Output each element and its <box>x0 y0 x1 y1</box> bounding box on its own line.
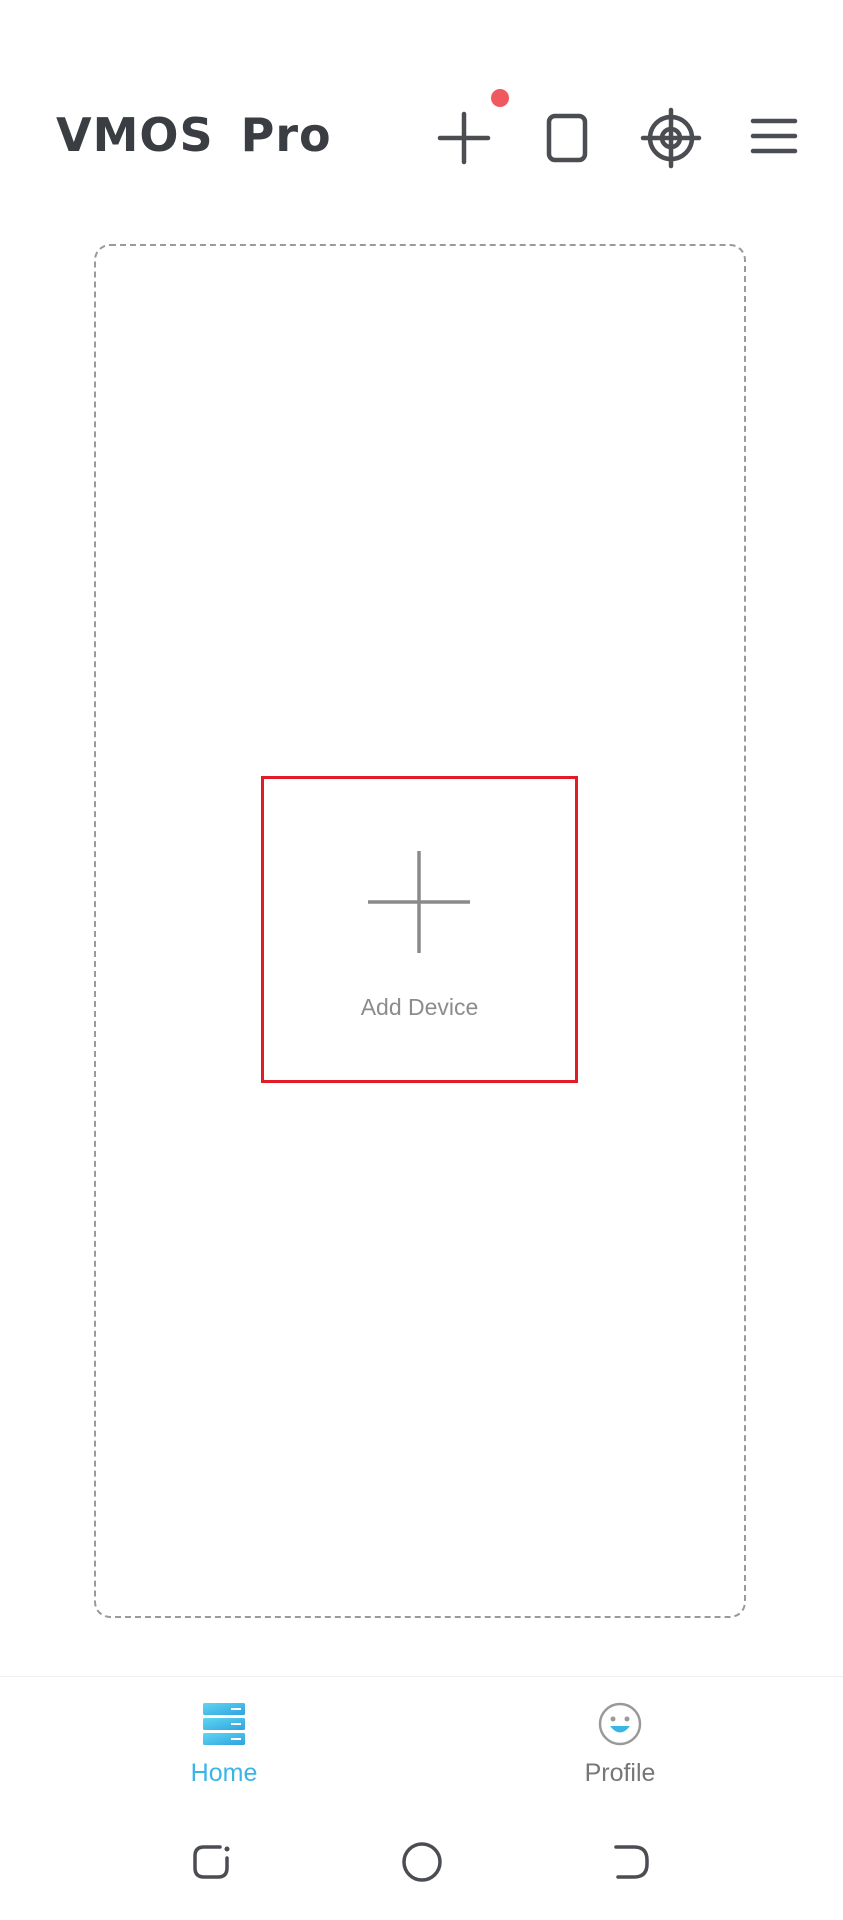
server-stack-icon <box>203 1703 245 1745</box>
tab-home-label: Home <box>190 1759 258 1787</box>
notification-dot <box>491 89 509 107</box>
device-frame-button[interactable] <box>529 100 605 176</box>
phone-frame-icon <box>546 113 588 163</box>
add-device-button[interactable]: Add Device <box>261 776 578 1083</box>
add-device-label: Add Device <box>360 994 479 1020</box>
crosshair-target-icon <box>640 107 702 169</box>
add-icon <box>437 111 491 165</box>
system-nav-bar <box>0 1806 843 1920</box>
menu-button[interactable] <box>736 100 812 176</box>
app-title: VMOS Pro <box>56 108 332 162</box>
back-nav-button[interactable] <box>600 1830 664 1894</box>
recent-apps-icon <box>193 1845 230 1879</box>
app-header: VMOS Pro <box>0 0 843 230</box>
tab-home[interactable]: Home <box>144 1691 304 1801</box>
home-nav-button[interactable] <box>390 1830 454 1894</box>
locate-button[interactable] <box>633 100 709 176</box>
bottom-nav: Home Profile <box>0 1676 843 1807</box>
tab-profile[interactable]: Profile <box>540 1691 700 1801</box>
add-button[interactable] <box>426 100 502 176</box>
hamburger-menu-icon <box>750 118 798 154</box>
home-circle-icon <box>402 1842 442 1882</box>
tab-profile-label: Profile <box>584 1759 656 1787</box>
smiley-face-icon <box>598 1702 642 1746</box>
back-icon <box>614 1845 649 1879</box>
recent-apps-button[interactable] <box>180 1830 244 1894</box>
plus-icon <box>368 851 470 953</box>
